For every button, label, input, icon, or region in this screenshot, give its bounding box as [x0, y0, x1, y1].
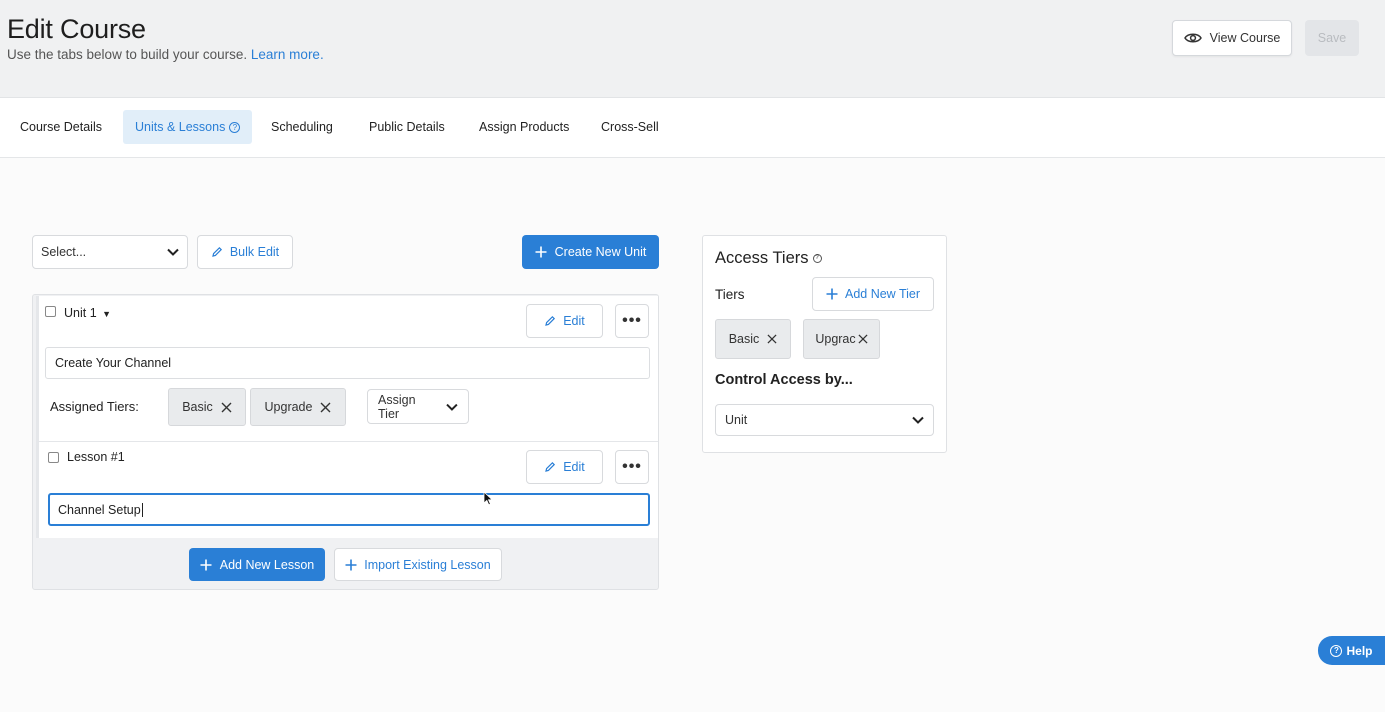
view-course-button[interactable]: View Course: [1172, 20, 1292, 56]
view-course-label: View Course: [1209, 31, 1281, 45]
plus-icon: [826, 288, 838, 300]
chevron-down-icon: [912, 416, 924, 424]
close-icon[interactable]: [858, 334, 868, 344]
access-tier-chip-basic: Basic: [715, 319, 791, 359]
ellipsis-icon: •••: [622, 458, 642, 475]
tab-cross-sell[interactable]: Cross-Sell: [589, 110, 671, 144]
plus-icon: [535, 246, 547, 258]
lesson-more-button[interactable]: •••: [615, 450, 649, 484]
tab-units-lessons[interactable]: Units & Lessons?: [123, 110, 253, 144]
access-tiers-title-text: Access Tiers: [715, 249, 809, 267]
unit-title-input[interactable]: Create Your Channel: [45, 347, 650, 379]
access-tier-chip-upgrade: Upgrac: [803, 319, 880, 359]
assign-tier-label: Assign Tier: [378, 392, 416, 421]
tab-course-details[interactable]: Course Details: [8, 110, 114, 144]
control-access-value: Unit: [725, 413, 748, 427]
page-subtitle: Use the tabs below to build your course.…: [7, 47, 324, 62]
text-caret: [141, 502, 143, 517]
lesson-title-value: Channel Setup: [58, 502, 141, 517]
unit-more-button[interactable]: •••: [615, 304, 649, 338]
control-access-title: Control Access by...: [715, 372, 853, 388]
lesson-label: Lesson #1: [67, 450, 125, 464]
help-label: Help: [1346, 643, 1373, 658]
lesson-checkbox[interactable]: [48, 452, 59, 463]
assign-tier-dropdown[interactable]: Assign Tier: [367, 389, 469, 424]
add-new-tier-button[interactable]: Add New Tier: [812, 277, 934, 311]
lesson-title-input[interactable]: Channel Setup: [48, 493, 650, 526]
tier-chip-basic: Basic: [168, 388, 246, 426]
lesson-edit-button[interactable]: Edit: [526, 450, 603, 484]
caret-down-icon: ▼: [102, 309, 112, 319]
learn-more-link[interactable]: Learn more.: [251, 47, 324, 62]
unit-select-dropdown[interactable]: Select...: [32, 235, 188, 269]
page-title: Edit Course: [7, 14, 146, 44]
page-header: Edit Course Use the tabs below to build …: [0, 0, 1385, 98]
select-placeholder: Select...: [41, 245, 87, 259]
tab-bar: Course Details Units & Lessons? Scheduli…: [0, 98, 1385, 158]
tab-label: Scheduling: [271, 120, 333, 134]
question-circle-icon: ?: [1330, 644, 1343, 657]
control-access-select[interactable]: Unit: [715, 404, 934, 436]
pencil-icon: [212, 246, 222, 257]
unit-checkbox[interactable]: [45, 306, 56, 317]
help-button[interactable]: ? Help: [1318, 636, 1385, 665]
plus-icon: [345, 559, 357, 570]
lesson-divider: [38, 441, 658, 442]
eye-icon: [1183, 33, 1202, 43]
pencil-icon: [545, 461, 556, 472]
access-tiers-title: Access Tiers?: [715, 249, 822, 268]
pencil-icon: [545, 315, 556, 326]
question-circle-icon: ?: [229, 121, 241, 133]
chevron-down-icon: [167, 248, 179, 256]
create-new-unit-button[interactable]: Create New Unit: [522, 235, 659, 269]
save-button[interactable]: Save: [1305, 20, 1359, 56]
close-icon[interactable]: [221, 402, 232, 413]
add-tier-label: Add New Tier: [844, 287, 921, 301]
bulk-edit-label: Bulk Edit: [229, 245, 280, 259]
close-icon[interactable]: [767, 334, 777, 344]
import-existing-lesson-button[interactable]: Import Existing Lesson: [334, 548, 502, 581]
tab-label: Public Details: [369, 120, 445, 134]
mouse-pointer-icon: [483, 491, 493, 506]
tab-label: Cross-Sell: [601, 120, 659, 134]
edit-label: Edit: [563, 460, 585, 474]
ellipsis-icon: •••: [622, 312, 642, 329]
tiers-label: Tiers: [715, 287, 745, 302]
page-subtitle-text: Use the tabs below to build your course.: [7, 47, 248, 62]
tab-scheduling[interactable]: Scheduling: [259, 110, 345, 144]
tab-label: Assign Products: [479, 120, 570, 134]
tab-label: Units & Lessons: [135, 120, 226, 134]
tier-chip-label: Basic: [728, 332, 760, 346]
unit-label-toggle[interactable]: Unit 1 ▼: [64, 306, 111, 320]
tier-chip-label: Basic: [182, 400, 213, 414]
bulk-edit-button[interactable]: Bulk Edit: [197, 235, 293, 269]
plus-icon: [200, 559, 212, 570]
tab-public-details[interactable]: Public Details: [357, 110, 457, 144]
tier-chip-label: Upgrac: [815, 332, 856, 346]
import-lesson-label: Import Existing Lesson: [364, 557, 491, 572]
close-icon[interactable]: [320, 402, 331, 413]
question-circle-icon[interactable]: ?: [812, 254, 822, 264]
tier-chip-upgrade: Upgrade: [250, 388, 346, 426]
unit-label: Unit 1: [64, 306, 97, 320]
tier-chip-label: Upgrade: [264, 400, 313, 414]
chevron-down-icon: [446, 403, 458, 411]
unit-edit-button[interactable]: Edit: [526, 304, 603, 338]
create-unit-label: Create New Unit: [554, 245, 647, 259]
tab-assign-products[interactable]: Assign Products: [467, 110, 581, 144]
assigned-tiers-label: Assigned Tiers:: [50, 399, 139, 414]
add-new-lesson-button[interactable]: Add New Lesson: [189, 548, 325, 581]
add-lesson-label: Add New Lesson: [219, 557, 315, 572]
edit-label: Edit: [563, 314, 585, 328]
tab-label: Course Details: [20, 120, 102, 134]
